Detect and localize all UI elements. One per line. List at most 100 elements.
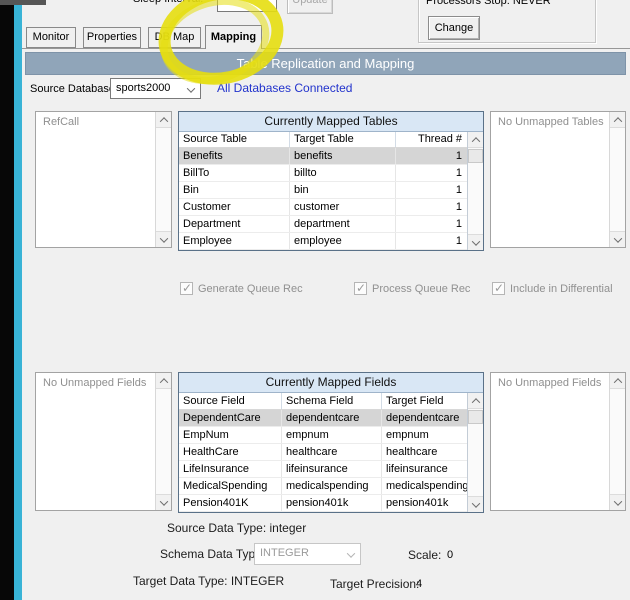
cell: empnum [282,427,382,443]
chevron-up-icon[interactable] [156,373,171,389]
tab-monitor[interactable]: Monitor [26,27,76,48]
tab-db-map[interactable]: DB Map [148,27,201,48]
cell: Customer [179,199,290,215]
cell: BillTo [179,165,290,181]
cell: medicalspending [386,480,467,492]
grid-header: Source Table Target Table Thread # [179,132,467,148]
scrollbar[interactable] [609,112,625,247]
cell: 1 [455,150,462,162]
connection-status-text: All Databases Connected [217,81,353,95]
table-row[interactable]: BillTo billto 1 [179,165,467,182]
tab-properties[interactable]: Properties [83,27,141,48]
generate-queue-rec-checkbox[interactable] [180,281,193,295]
mapped-fields-grid: Currently Mapped Fields Source Field Sch… [178,372,484,513]
checkbox-label: Generate Queue Rec [198,283,303,295]
page-title: Table Replication and Mapping [25,52,626,75]
table-row[interactable]: DependentCare dependentcare dependentcar… [179,410,467,427]
cell: 1 [455,201,462,213]
cell: Department [179,216,290,232]
chevron-up-icon[interactable] [610,373,625,389]
cell: benefits [290,148,396,164]
table-row[interactable]: Department department 1 [179,216,467,233]
table-row[interactable]: MedicalSpending medicalspending medicals… [179,478,467,495]
chevron-up-icon[interactable] [468,393,483,409]
scrollbar[interactable] [467,393,483,512]
chevron-down-icon[interactable] [156,494,171,510]
cell: lifeinsurance [282,461,382,477]
tab-mapping[interactable]: Mapping [205,25,262,49]
mapped-fields-rows: DependentCare dependentcare dependentcar… [179,410,467,512]
table-row[interactable]: LifeInsurance lifeinsurance lifeinsuranc… [179,461,467,478]
target-data-type-text: Target Data Type: INTEGER [133,574,285,588]
scrollbar-thumb[interactable] [468,149,483,163]
column-header: Source Field [179,393,282,409]
cell: DependentCare [179,410,282,426]
grid-title: Currently Mapped Fields [179,373,483,393]
table-row[interactable]: Customer customer 1 [179,199,467,216]
scrollbar-thumb[interactable] [468,410,483,424]
cell: employee [290,233,396,249]
include-in-differential-checkbox[interactable] [492,281,505,295]
schema-data-type-label: Schema Data Type: [160,547,266,561]
chevron-down-icon[interactable] [156,231,171,247]
schema-data-type-select[interactable]: INTEGER [254,543,361,565]
chevron-down-icon[interactable] [468,234,483,250]
column-header: Target Table [290,132,396,147]
chevron-up-icon[interactable] [610,112,625,128]
chevron-up-icon[interactable] [156,112,171,128]
unmapped-tables-right-list[interactable]: No Unmapped Tables [490,111,626,248]
scale-value: 0 [447,549,454,561]
column-header: Thread # [417,133,462,145]
app-window: Sleep Interval: Update Processors Stop: … [0,0,630,600]
column-header: Target Field [386,395,444,407]
cell: healthcare [282,444,382,460]
cell: lifeinsurance [386,463,448,475]
cell: 1 [455,167,462,179]
cell: bin [290,182,396,198]
table-row[interactable]: EmpNum empnum empnum [179,427,467,444]
target-precision-label: Target Precision: [330,577,420,591]
cell: healthcare [386,446,438,458]
source-database-label: Source Database: [30,83,119,95]
list-item: No Unmapped Fields [43,377,147,389]
table-row[interactable]: Benefits benefits 1 [179,148,467,165]
checkbox-label: Process Queue Rec [372,283,471,295]
change-button[interactable]: Change [428,16,480,40]
column-header: Source Table [179,132,290,147]
cell: Pension401K [179,495,282,511]
unmapped-fields-left-list[interactable]: No Unmapped Fields [35,372,172,511]
cell: LifeInsurance [179,461,282,477]
window-edge-accent [14,0,22,600]
mapped-tables-rows: Benefits benefits 1 BillTo billto 1 Bin … [179,148,467,250]
mapped-tables-grid: Currently Mapped Tables Source Table Tar… [178,111,484,251]
source-database-select[interactable]: sports2000 [110,78,201,99]
sleep-interval-input[interactable] [217,0,277,12]
list-item: No Unmapped Fields [498,377,602,389]
cell: HealthCare [179,444,282,460]
chevron-down-icon[interactable] [610,231,625,247]
unmapped-fields-right-list[interactable]: No Unmapped Fields [490,372,626,511]
checkbox-label: Include in Differential [510,283,613,295]
processors-stop-label: Processors Stop: NEVER [426,0,551,7]
cell: medicalspending [282,478,382,494]
target-precision-value: 4 [416,578,423,590]
column-header: Schema Field [282,393,382,409]
update-button[interactable]: Update [287,0,333,14]
cell: EmpNum [179,427,282,443]
unmapped-tables-left-list[interactable]: RefCall [35,111,172,248]
table-row[interactable]: HealthCare healthcare healthcare [179,444,467,461]
table-row[interactable]: Pension401K pension401k pension401k [179,495,467,512]
process-queue-rec-checkbox[interactable] [354,281,367,295]
scrollbar[interactable] [467,132,483,250]
scrollbar[interactable] [155,112,171,247]
table-row[interactable]: Employee employee 1 [179,233,467,250]
cell: Bin [179,182,290,198]
desktop-background [0,0,14,600]
scrollbar[interactable] [155,373,171,510]
table-row[interactable]: Bin bin 1 [179,182,467,199]
scrollbar[interactable] [609,373,625,510]
chevron-up-icon[interactable] [468,132,483,148]
chevron-down-icon[interactable] [468,496,483,512]
source-database-value: sports2000 [116,82,171,94]
chevron-down-icon[interactable] [610,494,625,510]
